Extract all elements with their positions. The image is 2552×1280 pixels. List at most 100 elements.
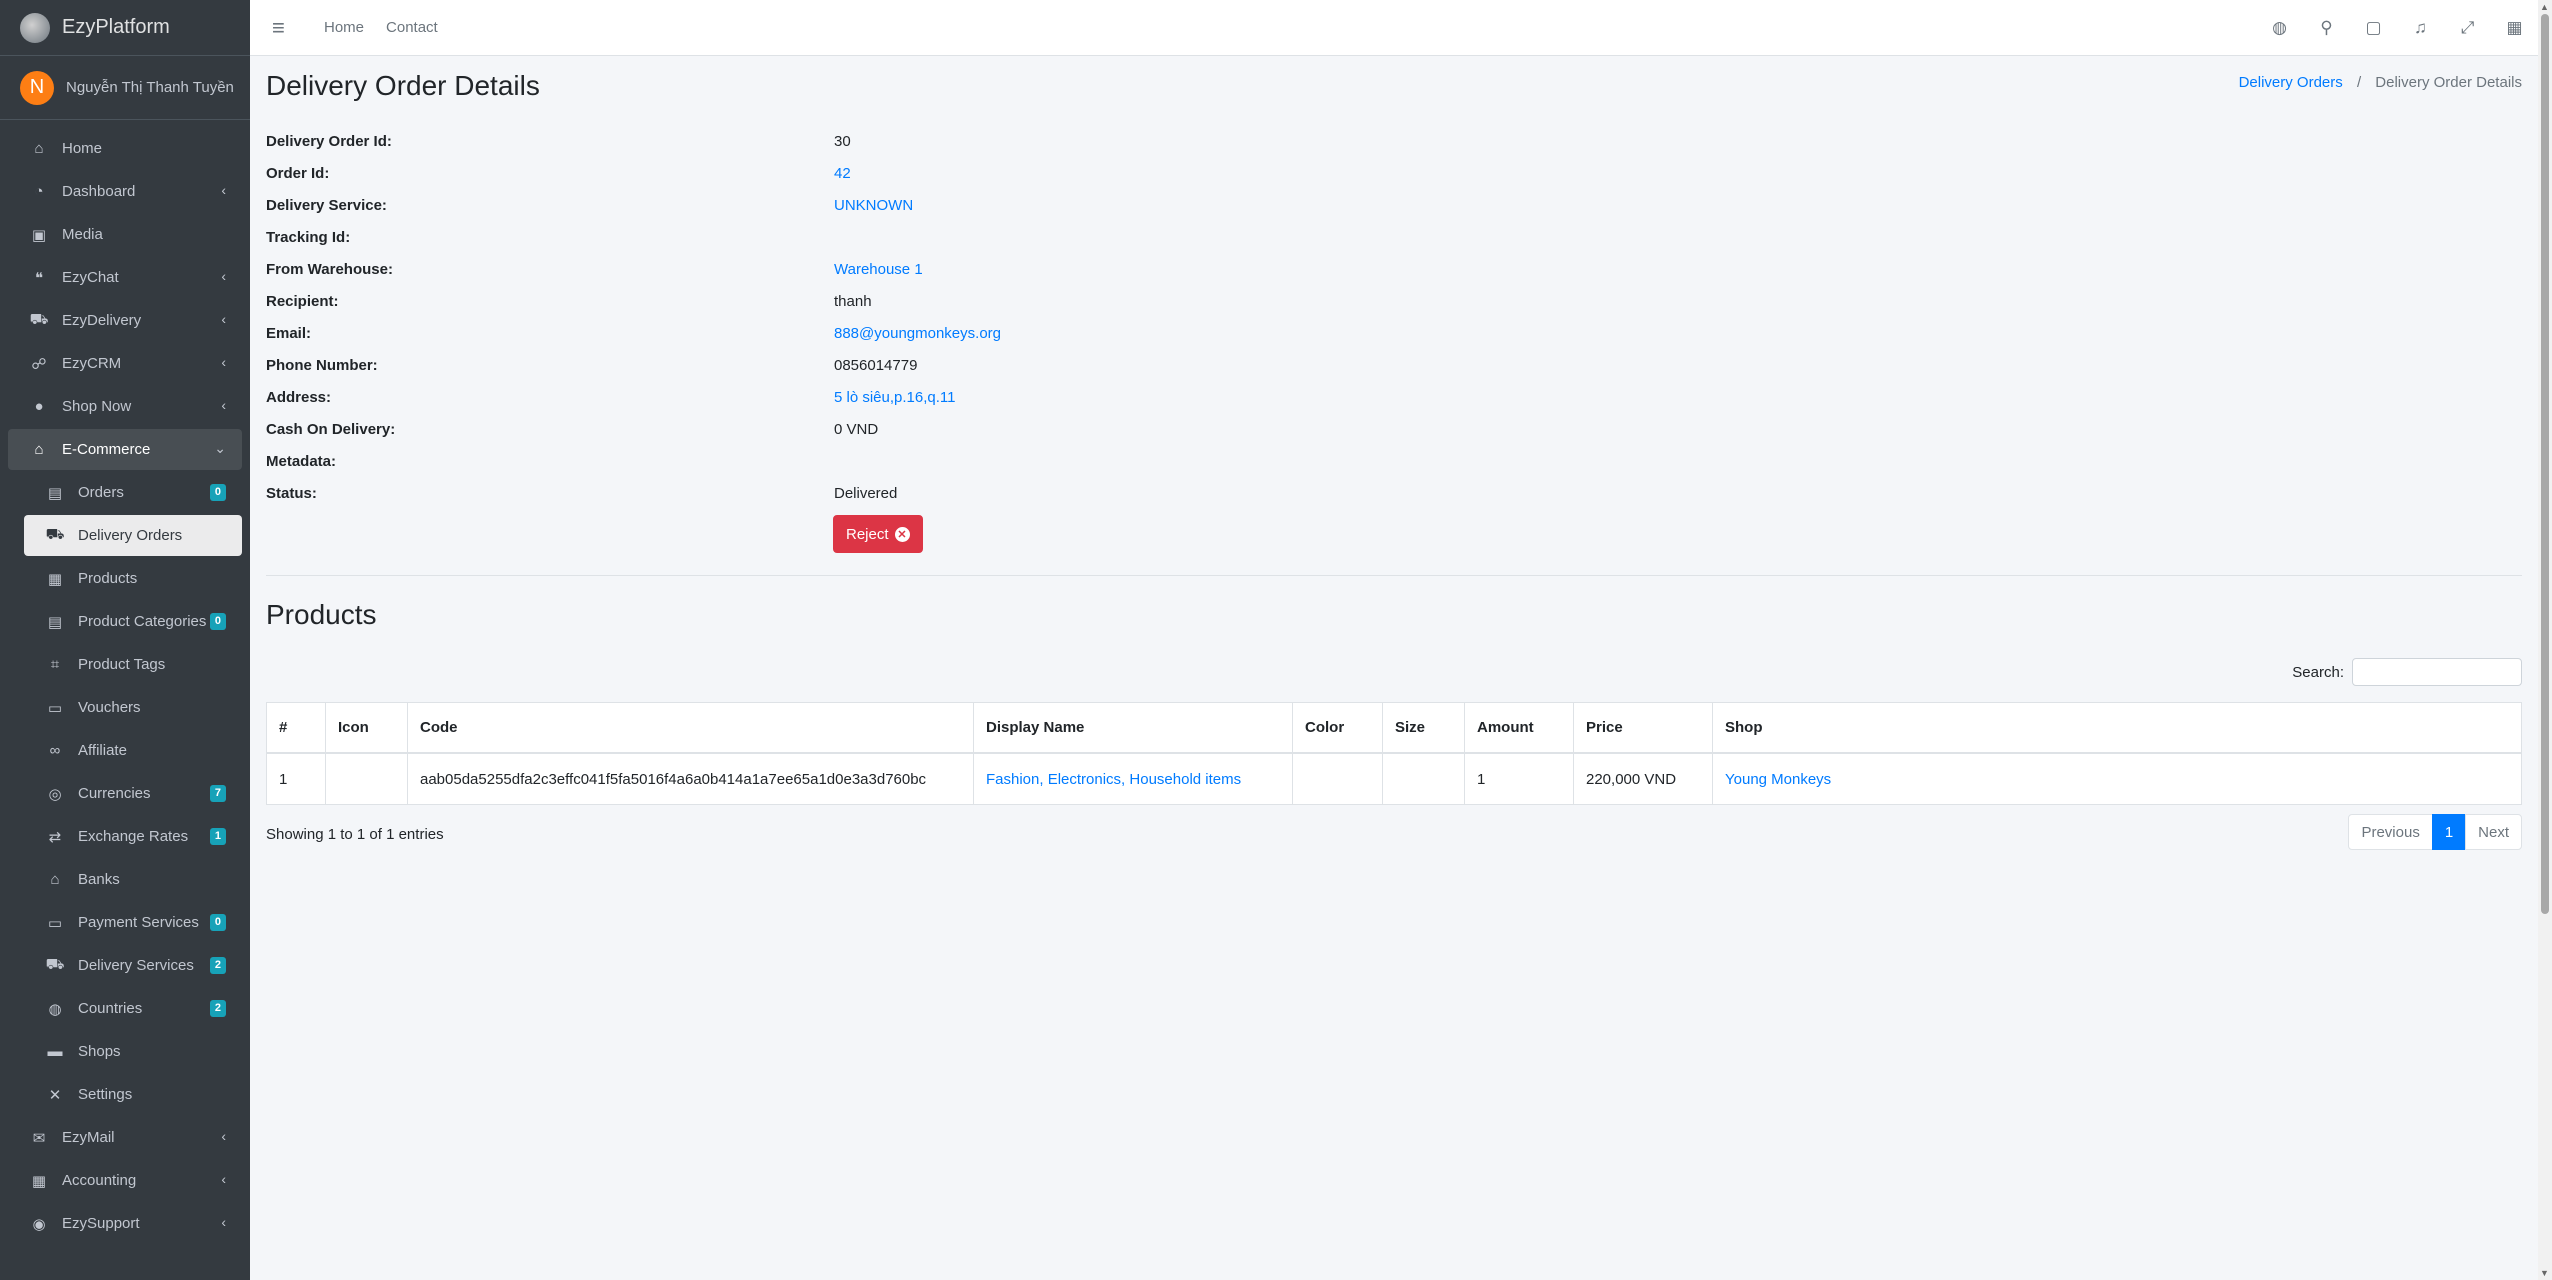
order-id-link[interactable]: 42 [834,163,851,185]
truck-icon: ⛟ [29,311,49,328]
sidebar-item-ezysupport[interactable]: ◉ EzySupport ‹ [8,1203,242,1244]
sidebar-item-label: Payment Services [78,914,199,931]
scroll-up-icon[interactable]: ▲ [2540,2,2549,12]
page-scrollbar[interactable]: ▲ ▼ [2538,0,2552,1280]
breadcrumb-link-delivery-orders[interactable]: Delivery Orders [2239,74,2343,91]
messages-icon[interactable]: ▢ [2350,18,2397,38]
search-input[interactable] [2352,658,2522,686]
column-header-display-name[interactable]: Display Name [973,702,1293,754]
section-divider [266,575,2522,576]
user-panel[interactable]: N Nguyễn Thị Thanh Tuyền [0,56,250,120]
cell-number: 1 [266,752,326,805]
scrollbar-thumb[interactable] [2541,14,2549,914]
product-display-name-link[interactable]: Fashion, Electronics, Household items [986,771,1241,788]
photo-icon: ▣ [31,226,47,244]
nav-link-home[interactable]: Home [324,19,364,36]
sidebar-item-e-commerce[interactable]: ⌂ E-Commerce ⌄ [8,429,242,470]
cell-code: aab05da5255dfa2c3effc041f5fa5016f4a6a0b4… [407,752,974,805]
fullscreen-icon[interactable]: ⤢ [2444,18,2491,38]
sidebar-item-affiliate[interactable]: ∞ Affiliate [8,730,242,771]
sidebar-item-media[interactable]: ▣ Media [8,214,242,255]
detail-label: Address: [266,389,332,406]
sidebar-item-product-categories[interactable]: ▤ Product Categories 0 [8,601,242,642]
avatar: N [20,70,54,105]
sidebar-item-home[interactable]: ⌂ Home [8,128,242,169]
cell-shop: Young Monkeys [1712,752,2522,805]
detail-row-address: Address: 5 lò siêu,p.16,q.11 [266,387,1266,419]
column-header-price[interactable]: Price [1573,702,1713,754]
content-wrapper: Delivery Order Details Delivery Orders /… [250,56,2538,1280]
bank-icon: ⌂ [50,871,60,888]
apps-icon[interactable]: ▦ [2491,18,2538,38]
count-badge: 0 [209,484,226,501]
column-header-size[interactable]: Size [1382,702,1465,754]
column-header-color[interactable]: Color [1292,702,1383,754]
sidebar-item-dashboard[interactable]: ◔ Dashboard ‹ [8,171,242,212]
sidebar-item-accounting[interactable]: ▦ Accounting ‹ [8,1160,242,1201]
menu-toggle-icon[interactable]: ≡ [272,15,302,41]
scroll-down-icon[interactable]: ▼ [2540,1268,2549,1278]
chevron-left-icon: ‹ [221,1128,226,1144]
column-header-icon[interactable]: Icon [325,702,408,754]
reject-button[interactable]: Reject ✕ [833,515,923,553]
times-circle-icon: ✕ [894,526,910,542]
pagination-page-1[interactable]: 1 [2431,814,2467,850]
sidebar-item-label: Countries [78,1000,143,1017]
sidebar-item-exchange-rates[interactable]: ⇄ Exchange Rates 1 [8,816,242,857]
sidebar-item-label: Vouchers [78,699,141,716]
detail-value: 0 VND [834,421,879,438]
address-link[interactable]: 5 lò siêu,p.16,q.11 [834,387,955,409]
handshake-icon: ☍ [31,355,47,373]
sidebar-item-ezydelivery[interactable]: ⛟ EzyDelivery ‹ [8,300,242,341]
warehouse-link[interactable]: Warehouse 1 [834,259,923,281]
column-header-number[interactable]: # [266,702,326,754]
sidebar-item-delivery-services[interactable]: ⛟ Delivery Services 2 [8,945,242,986]
sidebar-item-currencies[interactable]: ◎ Currencies 7 [8,773,242,814]
cell-color [1292,752,1383,805]
count-badge: 0 [209,613,226,630]
sidebar-item-vouchers[interactable]: ▭ Vouchers [8,687,242,728]
sidebar-item-settings[interactable]: ✕ Settings [8,1074,242,1115]
column-header-code[interactable]: Code [407,702,974,754]
language-icon[interactable]: ◍ [2256,18,2303,38]
delivery-service-link[interactable]: UNKNOWN [834,195,913,217]
sidebar-item-product-tags[interactable]: ⌗ Product Tags [8,644,242,685]
chevron-left-icon: ‹ [221,311,226,327]
notifications-icon[interactable]: ♫ [2397,18,2444,38]
brand-link[interactable]: EzyPlatform [0,0,250,56]
sidebar-item-ezycrm[interactable]: ☍ EzyCRM ‹ [8,343,242,384]
pagination-previous[interactable]: Previous [2348,814,2433,850]
sidebar-item-orders[interactable]: ▤ Orders 0 [8,472,242,513]
reject-button-label: Reject [846,525,889,543]
column-header-shop[interactable]: Shop [1712,702,2522,754]
chevron-left-icon: ‹ [221,1214,226,1230]
store-icon: ▬ [47,1043,63,1060]
sidebar-item-shops[interactable]: ▬ Shops [8,1031,242,1072]
sidebar-item-delivery-orders[interactable]: ⛟ Delivery Orders [24,515,242,556]
email-link[interactable]: 888@youngmonkeys.org [834,323,1001,345]
sidebar-item-payment-services[interactable]: ▭ Payment Services 0 [8,902,242,943]
detail-row-delivery-service: Delivery Service: UNKNOWN [266,195,1266,227]
boxes-icon: ▦ [47,570,63,588]
sidebar-item-label: Accounting [62,1172,137,1189]
sidebar-item-ezymail[interactable]: ✉ EzyMail ‹ [8,1117,242,1158]
sidebar-item-shop-now[interactable]: ● Shop Now ‹ [8,386,242,427]
user-name[interactable]: Nguyễn Thị Thanh Tuyền [66,79,234,96]
detail-row-order-id: Order Id: 42 [266,163,1266,195]
pagination-next[interactable]: Next [2465,814,2522,850]
count-badge: 7 [209,785,226,802]
sidebar-item-countries[interactable]: ◍ Countries 2 [8,988,242,1029]
cell-price: 220,000 VND [1573,752,1713,805]
table-header-row: # Icon Code Display Name Color Size Amou… [266,702,2522,754]
detail-label: Phone Number: [266,357,378,374]
shop-link[interactable]: Young Monkeys [1725,771,1831,788]
search-icon[interactable]: ⚲ [2303,18,2350,38]
sidebar-item-banks[interactable]: ⌂ Banks [8,859,242,900]
column-header-amount[interactable]: Amount [1464,702,1574,754]
sidebar-item-products[interactable]: ▦ Products [8,558,242,599]
sidebar-item-ezychat[interactable]: ❝ EzyChat ‹ [8,257,242,298]
detail-label: Status: [266,485,317,502]
sidebar-item-label: Media [62,226,103,243]
detail-label: Metadata: [266,453,337,470]
nav-link-contact[interactable]: Contact [386,19,438,36]
